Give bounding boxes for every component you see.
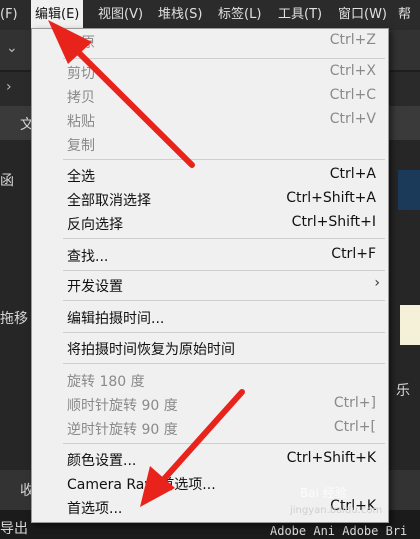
menu-item-copy[interactable]: 拷贝 Ctrl+C — [32, 84, 388, 108]
menu-item-shortcut: Ctrl+Z — [329, 32, 376, 48]
menu-separator — [63, 300, 385, 301]
menu-separator — [63, 159, 385, 160]
menu-item-shortcut: Ctrl+[ — [333, 419, 376, 435]
menu-item-label: 将拍摄时间恢复为原始时间 — [67, 342, 235, 358]
menu-item-shortcut: Ctrl+Shift+A — [286, 190, 376, 206]
menu-item-develop-settings[interactable]: 开发设置 › — [32, 273, 388, 297]
menu-item-shortcut: Ctrl+V — [329, 111, 376, 127]
menu-item-label: 编辑拍摄时间... — [67, 311, 165, 327]
menu-item-label: 开发设置 — [67, 279, 123, 295]
menu-item-shortcut: Ctrl+Shift+K — [286, 450, 376, 466]
menu-item-rotate-ccw[interactable]: 逆时针旋转 90 度 Ctrl+[ — [32, 416, 388, 440]
watermark-url: jingyan.baidu.com — [290, 505, 383, 516]
menu-tools[interactable]: 工具(T) — [278, 0, 322, 30]
menu-item-rotate-180[interactable]: 旋转 180 度 — [32, 368, 388, 392]
menu-item-label: 还原 — [67, 35, 95, 51]
edit-dropdown-menu: 还原 Ctrl+Z 剪切 Ctrl+X 拷贝 Ctrl+C 粘贴 Ctrl+V … — [31, 28, 389, 523]
panel-text: 乐 — [396, 383, 410, 399]
menu-item-invert-selection[interactable]: 反向选择 Ctrl+Shift+I — [32, 211, 388, 235]
menu-item-select-all[interactable]: 全选 Ctrl+A — [32, 163, 388, 187]
panel-text: 拖移 — [0, 311, 28, 327]
menu-item-label: 颜色设置... — [67, 453, 137, 469]
menu-item-label: 粘贴 — [67, 114, 95, 130]
menu-view[interactable]: 视图(V) — [98, 0, 143, 30]
menu-item-paste[interactable]: 粘贴 Ctrl+V — [32, 108, 388, 132]
menu-help[interactable]: 帮 — [398, 0, 411, 30]
menu-item-cut[interactable]: 剪切 Ctrl+X — [32, 60, 388, 84]
menu-item-label: 反向选择 — [67, 217, 123, 233]
watermark-logo: Bai 经验 — [300, 486, 347, 500]
menu-item-revert-capture-time[interactable]: 将拍摄时间恢复为原始时间 — [32, 336, 388, 360]
menu-item-shortcut: Ctrl+F — [331, 246, 376, 262]
menu-item-label: 查找... — [67, 249, 109, 265]
menu-label[interactable]: 标签(L) — [218, 0, 261, 30]
menu-separator — [63, 270, 385, 271]
menu-item-label: 拷贝 — [67, 90, 95, 106]
menu-separator — [63, 443, 385, 444]
panel-text: 函 — [0, 173, 14, 189]
menu-item-shortcut: Ctrl+] — [333, 395, 376, 411]
menu-item-label: 全选 — [67, 169, 95, 185]
menu-item-shortcut: Ctrl+A — [329, 166, 376, 182]
menu-item-undo[interactable]: 还原 Ctrl+Z — [32, 29, 388, 53]
chevron-right-icon[interactable]: › — [6, 79, 12, 95]
menu-item-edit-capture-time[interactable]: 编辑拍摄时间... — [32, 305, 388, 329]
menu-separator — [63, 238, 385, 239]
thumbnail — [400, 305, 420, 345]
menu-item-deselect-all[interactable]: 全部取消选择 Ctrl+Shift+A — [32, 187, 388, 211]
menu-item-color-settings[interactable]: 颜色设置... Ctrl+Shift+K — [32, 447, 388, 471]
menu-item-label: 顺时针旋转 90 度 — [67, 398, 178, 414]
menubar: (F) 编辑(E) 视图(V) 堆栈(S) 标签(L) 工具(T) 窗口(W) … — [0, 0, 420, 30]
menu-item-label: 全部取消选择 — [67, 193, 151, 209]
menu-item-rotate-cw[interactable]: 顺时针旋转 90 度 Ctrl+] — [32, 392, 388, 416]
menu-separator — [63, 58, 385, 59]
chevron-right-icon: › — [374, 275, 380, 291]
menu-item-label: 逆时针旋转 90 度 — [67, 422, 178, 438]
menu-item-label: 复制 — [67, 138, 95, 154]
menu-separator — [63, 363, 385, 364]
menu-window[interactable]: 窗口(W) — [338, 0, 387, 30]
thumbnail — [398, 170, 420, 210]
menu-item-find[interactable]: 查找... Ctrl+F — [32, 243, 388, 267]
menu-item-label: 剪切 — [67, 66, 95, 82]
menu-item-label: 旋转 180 度 — [67, 374, 145, 390]
menu-separator — [63, 332, 385, 333]
chevron-down-icon[interactable]: ⌄ — [6, 40, 18, 56]
app-list: Adobe Ani Adobe Bri — [270, 524, 408, 538]
menu-item-shortcut: Ctrl+C — [329, 87, 376, 103]
menu-edit[interactable]: 编辑(E) — [31, 0, 84, 30]
menu-file[interactable]: (F) — [0, 0, 18, 30]
menu-item-shortcut: Ctrl+Shift+I — [291, 214, 376, 230]
menu-item-label: 首选项... — [67, 501, 123, 517]
menu-stack[interactable]: 堆栈(S) — [158, 0, 202, 30]
export-label[interactable]: 导出 — [0, 518, 28, 538]
menu-item-label: Camera Raw 首选项... — [67, 477, 216, 493]
menu-item-shortcut: Ctrl+X — [329, 63, 376, 79]
menu-item-duplicate[interactable]: 复制 — [32, 132, 388, 156]
